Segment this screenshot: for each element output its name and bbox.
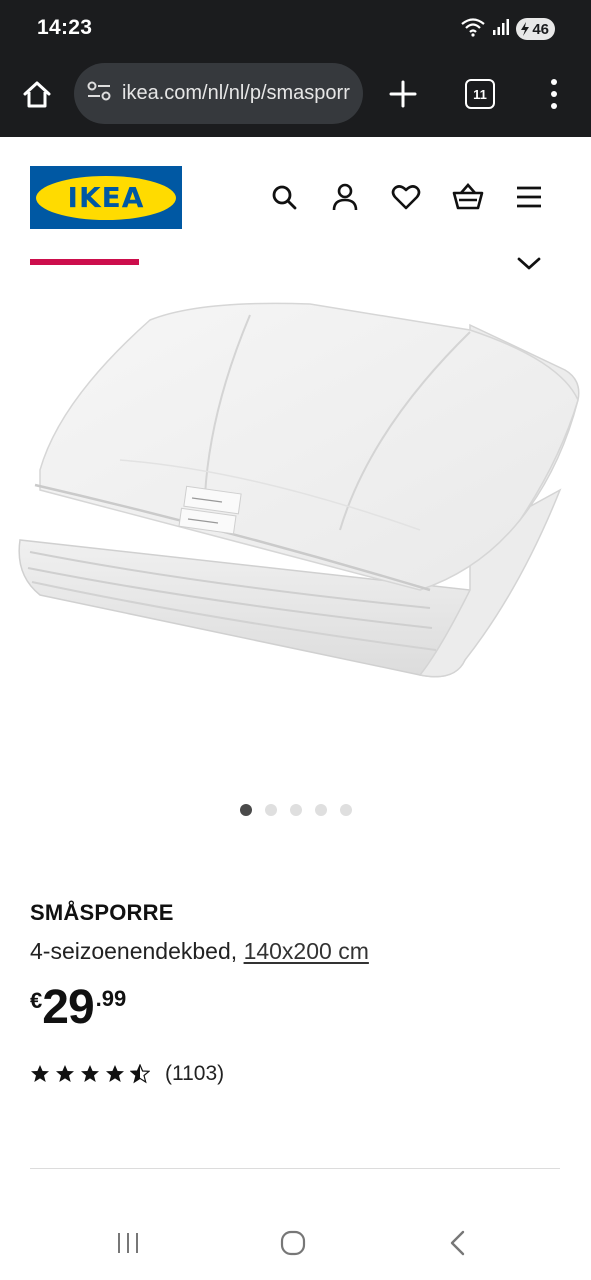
chevron-down-icon[interactable] — [515, 254, 543, 274]
home-circle-icon[interactable] — [273, 1225, 313, 1261]
status-time: 14:23 — [37, 16, 93, 39]
rating-stars — [30, 1064, 150, 1084]
star-icon — [56, 1065, 74, 1082]
more-vert-icon[interactable] — [540, 74, 568, 114]
gallery-dot[interactable] — [240, 804, 252, 816]
gallery-dot[interactable] — [290, 804, 302, 816]
site-settings-icon[interactable] — [86, 80, 112, 107]
size-link[interactable]: 140x200 cm — [244, 938, 369, 964]
product-name: SMÅSPORRE — [30, 900, 174, 925]
star-icon — [31, 1065, 49, 1082]
hamburger-menu-icon[interactable] — [512, 180, 546, 214]
price-decimal: .99 — [95, 986, 127, 1011]
account-icon[interactable] — [328, 180, 362, 214]
gallery-dot[interactable] — [265, 804, 277, 816]
review-count[interactable]: (1103) — [165, 1062, 224, 1086]
star-icon — [81, 1065, 99, 1082]
gallery-dot[interactable] — [340, 804, 352, 816]
price-currency: € — [30, 988, 43, 1013]
ikea-logo[interactable]: IKEA — [30, 166, 182, 229]
logo-text: IKEA — [67, 181, 145, 214]
product-description: 4-seizoenendekbed, 140x200 cm — [30, 938, 369, 965]
section-divider — [30, 1168, 560, 1169]
star-icon — [106, 1065, 124, 1082]
new-tab-plus-icon[interactable] — [384, 75, 422, 113]
home-icon[interactable] — [18, 76, 56, 114]
wifi-icon — [460, 17, 486, 42]
signal-icon — [492, 18, 510, 41]
gallery-pagination[interactable] — [240, 804, 352, 816]
product-price: € 29 .99 — [30, 982, 126, 1034]
price-integer: 29 — [42, 981, 94, 1034]
back-icon[interactable] — [438, 1225, 478, 1261]
product-rating[interactable]: (1103) — [30, 1062, 224, 1086]
status-icons: 46 — [460, 17, 555, 41]
half-star-icon — [130, 1064, 150, 1084]
product-type: 4-seizoenendekbed, — [30, 938, 238, 964]
url-text[interactable]: ikea.com/nl/nl/p/smasporr — [122, 82, 350, 105]
system-nav-bar — [0, 1205, 591, 1280]
browser-toolbar: ikea.com/nl/nl/p/smasporr 11 — [0, 58, 591, 137]
product-image[interactable] — [0, 290, 591, 690]
address-bar[interactable]: ikea.com/nl/nl/p/smasporr — [74, 63, 363, 124]
recent-apps-icon[interactable] — [108, 1225, 148, 1261]
tabs-icon[interactable]: 11 — [465, 79, 495, 109]
gallery-dot[interactable] — [315, 804, 327, 816]
shopping-bag-icon[interactable] — [451, 180, 485, 214]
tab-count: 11 — [473, 86, 487, 102]
status-bar: 14:23 46 — [0, 0, 591, 58]
battery-icon: 46 — [516, 18, 555, 40]
battery-level: 46 — [532, 20, 549, 38]
favourites-heart-icon[interactable] — [389, 180, 423, 214]
scroll-progress-fill — [30, 259, 139, 265]
search-icon[interactable] — [267, 180, 301, 214]
scroll-progress-bar — [30, 259, 139, 265]
